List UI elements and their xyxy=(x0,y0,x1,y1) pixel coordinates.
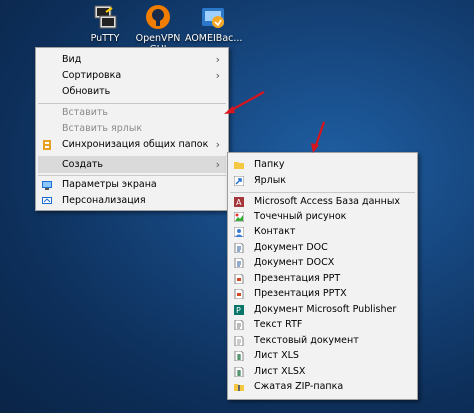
submenu-item-label: Контакт xyxy=(254,226,296,237)
folder-icon xyxy=(234,160,244,170)
desktop-icon-aomei[interactable]: AOMEIBac... xyxy=(185,4,243,44)
menu-separator xyxy=(230,192,415,193)
submenu-item-pptx[interactable]: Презентация PPTX xyxy=(230,286,415,302)
submenu-item-label: Ярлык xyxy=(254,175,286,186)
menu-item-label: Сортировка xyxy=(62,70,122,81)
submenu-item-label: Папку xyxy=(254,159,285,170)
aomei-backupper-icon xyxy=(200,4,226,30)
desktop-icon-label: PuTTY xyxy=(90,33,120,44)
submenu-item-docx[interactable]: Документ DOCX xyxy=(230,255,415,271)
submenu-item-label: Документ DOCX xyxy=(254,257,335,268)
docx-icon xyxy=(234,257,244,269)
display-settings-icon xyxy=(42,180,52,190)
submenu-item-folder[interactable]: Папку xyxy=(230,157,415,173)
access-icon: A xyxy=(234,197,244,207)
chevron-right-icon: › xyxy=(215,69,220,82)
submenu-item-label: Лист XLS xyxy=(254,350,299,361)
submenu-item-label: Презентация PPT xyxy=(254,273,341,284)
submenu-item-publisher[interactable]: P Документ Microsoft Publisher xyxy=(230,302,415,318)
new-submenu: Папку Ярлык A Microsoft Access База данн… xyxy=(227,152,418,400)
txt-icon xyxy=(234,335,244,347)
submenu-item-label: Документ Microsoft Publisher xyxy=(254,304,397,315)
menu-item-sync-shared-folders[interactable]: Синхронизация общих папок › xyxy=(38,137,226,153)
desktop-context-menu: Вид › Сортировка › Обновить Вставить Вст… xyxy=(35,47,229,211)
submenu-item-label: Документ DOC xyxy=(254,242,328,253)
svg-text:A: A xyxy=(236,198,242,207)
submenu-item-label: Microsoft Access База данных xyxy=(254,196,400,207)
menu-item-view[interactable]: Вид › xyxy=(38,52,226,68)
submenu-item-doc[interactable]: Документ DOC xyxy=(230,240,415,256)
submenu-item-label: Лист XLSX xyxy=(254,366,306,377)
submenu-item-contact[interactable]: Контакт xyxy=(230,224,415,240)
rtf-icon xyxy=(234,319,244,331)
pptx-icon xyxy=(234,288,244,300)
desktop-icon-putty[interactable]: PuTTY xyxy=(77,4,133,44)
xls-icon xyxy=(234,350,244,362)
menu-item-label: Персонализация xyxy=(62,195,146,206)
zip-icon xyxy=(234,382,244,392)
submenu-item-bitmap[interactable]: Точечный рисунок xyxy=(230,209,415,225)
menu-item-label: Создать xyxy=(62,159,104,170)
submenu-item-access-db[interactable]: A Microsoft Access База данных xyxy=(230,194,415,210)
bitmap-icon xyxy=(233,211,245,223)
shortcut-icon xyxy=(233,175,245,187)
openvpn-icon xyxy=(145,4,171,30)
chevron-right-icon: › xyxy=(215,158,220,171)
submenu-item-ppt[interactable]: Презентация PPT xyxy=(230,271,415,287)
doc-icon xyxy=(234,242,244,254)
desktop-icon-label: AOMEIBac... xyxy=(185,33,243,44)
menu-separator xyxy=(38,103,226,104)
putty-icon xyxy=(92,4,118,30)
submenu-item-text-document[interactable]: Текстовый документ xyxy=(230,333,415,349)
menu-item-paste-shortcut[interactable]: Вставить ярлык xyxy=(38,121,226,137)
submenu-item-label: Текст RTF xyxy=(254,319,303,330)
menu-separator xyxy=(38,175,226,176)
submenu-item-zip[interactable]: Сжатая ZIP-папка xyxy=(230,379,415,395)
submenu-item-shortcut[interactable]: Ярлык xyxy=(230,173,415,189)
menu-item-personalization[interactable]: Персонализация xyxy=(38,193,226,209)
annotation-arrow-new-submenu xyxy=(311,121,326,153)
menu-item-label: Параметры экрана xyxy=(62,179,157,190)
submenu-item-label: Точечный рисунок xyxy=(254,211,347,222)
menu-item-label: Обновить xyxy=(62,86,111,97)
submenu-item-label: Сжатая ZIP-папка xyxy=(254,381,344,392)
submenu-item-label: Текстовый документ xyxy=(254,335,359,346)
chevron-right-icon: › xyxy=(215,53,220,66)
menu-item-refresh[interactable]: Обновить xyxy=(38,84,226,100)
menu-item-label: Вид xyxy=(62,54,82,65)
submenu-item-xls[interactable]: Лист XLS xyxy=(230,348,415,364)
menu-item-paste[interactable]: Вставить xyxy=(38,105,226,121)
svg-text:P: P xyxy=(236,306,241,315)
menu-item-label: Вставить xyxy=(62,107,109,118)
ppt-icon xyxy=(234,273,244,285)
menu-item-sort[interactable]: Сортировка › xyxy=(38,68,226,84)
personalization-icon xyxy=(42,196,52,206)
contact-icon xyxy=(233,226,245,238)
menu-item-new[interactable]: Создать › xyxy=(38,156,226,173)
menu-item-display-settings[interactable]: Параметры экрана xyxy=(38,177,226,193)
submenu-item-rtf[interactable]: Текст RTF xyxy=(230,317,415,333)
annotation-arrow-paste xyxy=(224,91,265,114)
publisher-icon: P xyxy=(234,305,244,315)
menu-item-label: Вставить ярлык xyxy=(62,123,143,134)
sync-icon xyxy=(42,140,52,150)
submenu-item-xlsx[interactable]: Лист XLSX xyxy=(230,364,415,380)
chevron-right-icon: › xyxy=(215,138,220,151)
submenu-item-label: Презентация PPTX xyxy=(254,288,347,299)
menu-item-label: Синхронизация общих папок xyxy=(62,139,209,150)
xlsx-icon xyxy=(234,366,244,378)
